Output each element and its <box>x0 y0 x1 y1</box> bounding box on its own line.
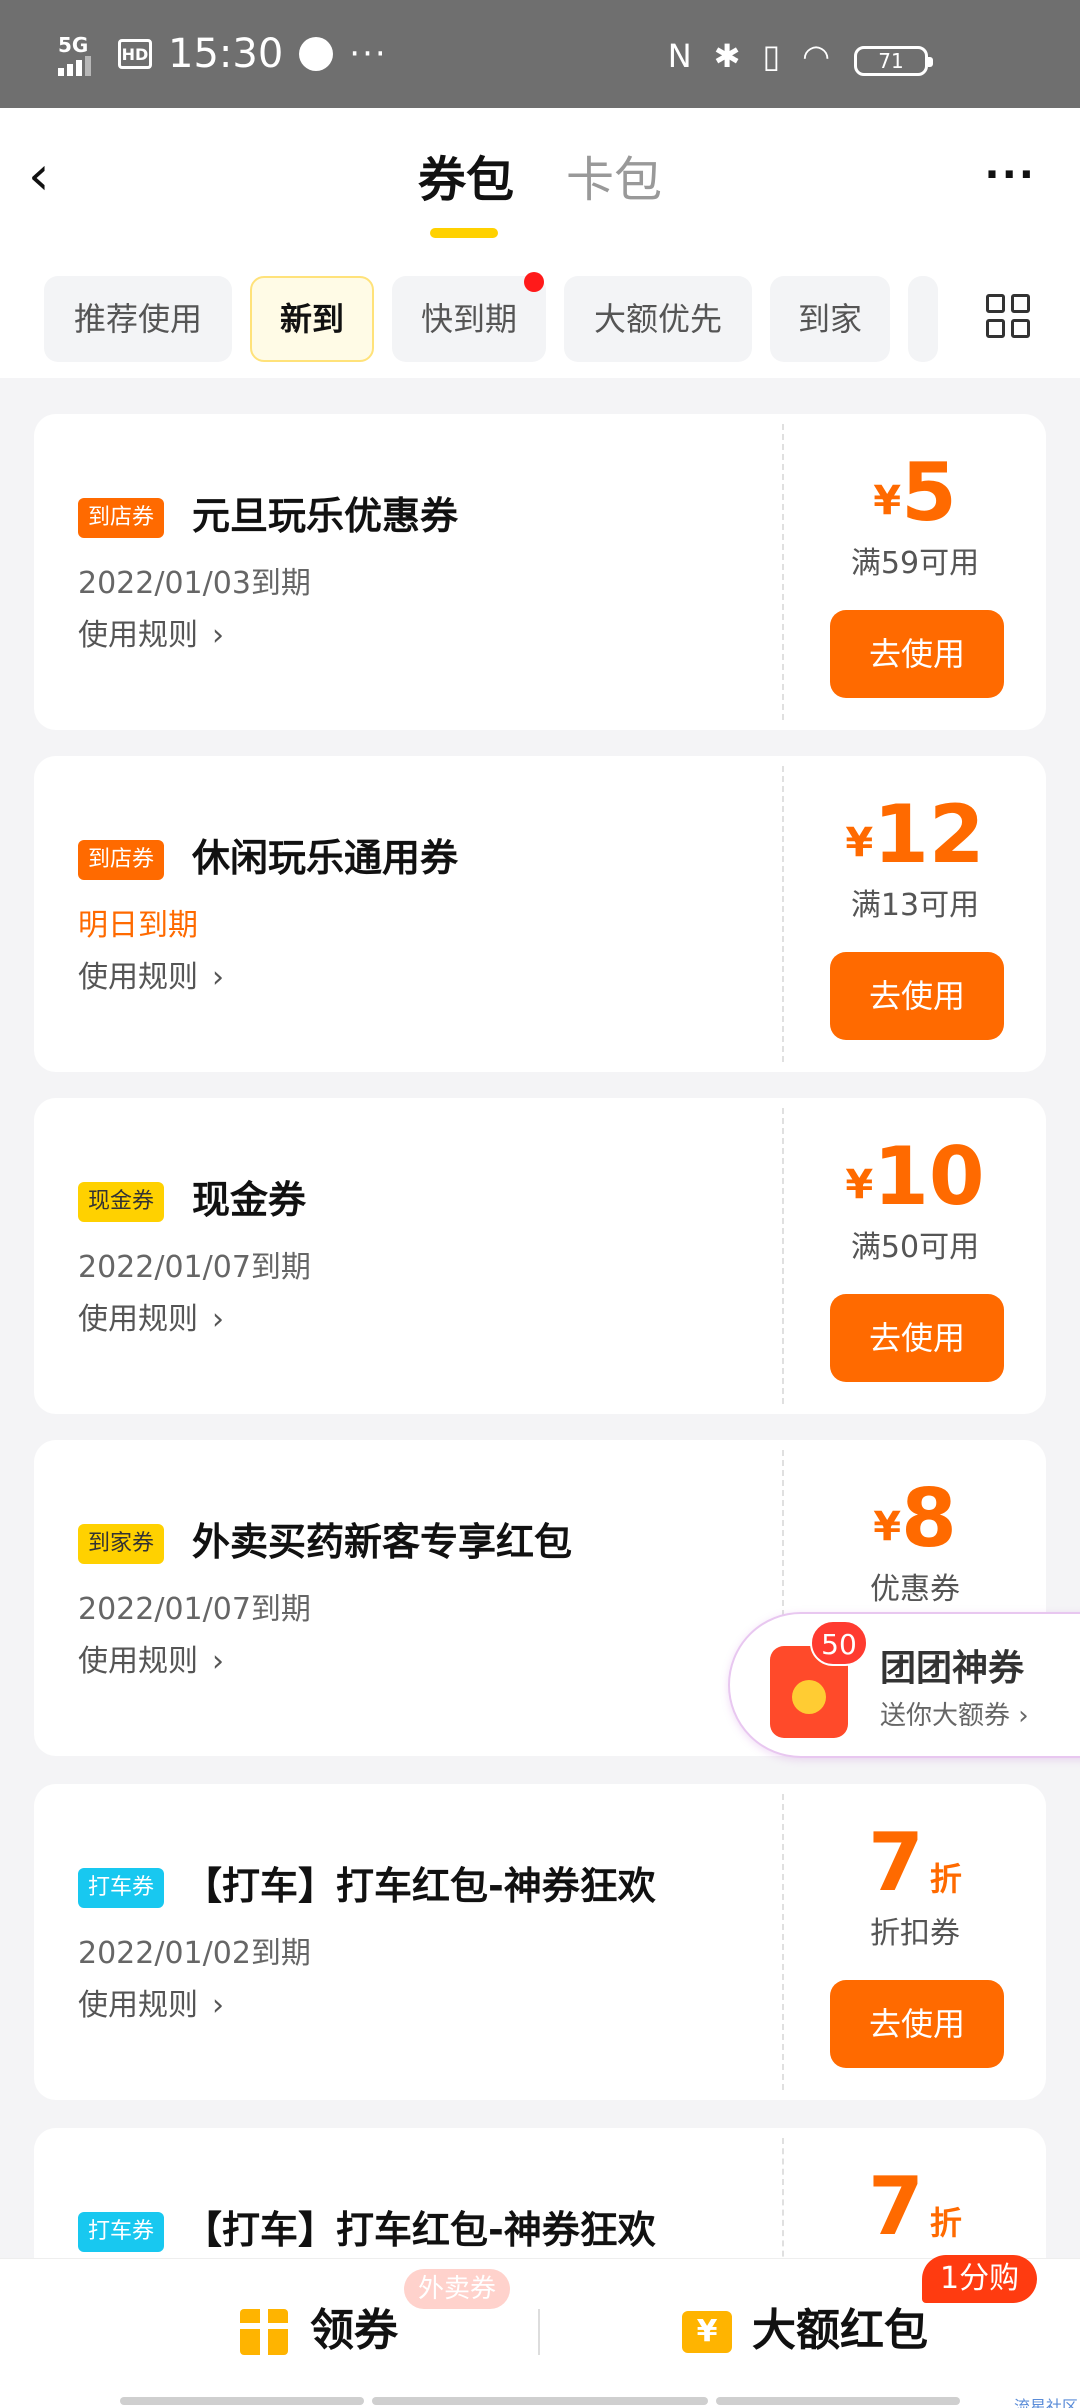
more-options-icon[interactable]: ··· <box>984 155 1036 195</box>
coupon-card[interactable]: 打车券 【打车】打车红包-神券狂欢 2022/01/02到期 使用规则 › 7折 … <box>34 1784 1046 2100</box>
clock: 15:30 <box>168 31 284 77</box>
coupon-title: 【打车】打车红包-神券狂欢 <box>184 2208 656 2252</box>
coupon-tag: 到家券 <box>78 1524 165 1564</box>
use-coupon-button[interactable]: 去使用 <box>830 952 1004 1040</box>
takeout-coupon-badge: 外卖券 <box>404 2269 511 2309</box>
coupon-condition: 满50可用 <box>850 1230 980 1265</box>
coupon-amount: ¥5 <box>873 446 957 539</box>
coupon-title: 元旦玩乐优惠券 <box>192 494 459 538</box>
wifi-icon: ◠ <box>802 37 830 75</box>
promo-count-badge: 50 <box>810 1620 868 1666</box>
more-notifications-icon: ··· <box>349 34 388 74</box>
tab-coupon-wallet[interactable]: 券包 <box>418 150 514 238</box>
cellular-signal-icon: 5G <box>58 30 102 78</box>
coupon-card[interactable]: 现金券 现金券 2022/01/07到期 使用规则 › ¥10 满50可用 去使用 <box>34 1098 1046 1414</box>
coupon-tag: 现金券 <box>78 1182 165 1222</box>
gift-icon <box>240 2309 288 2355</box>
filter-chip-bar: 推荐使用 新到 快到期 大额优先 到家 <box>0 258 1080 378</box>
coupon-expiry: 明日到期 <box>78 908 198 943</box>
usage-rules-link[interactable]: 使用规则 › <box>78 616 224 656</box>
coupon-condition: 满13可用 <box>850 888 980 923</box>
coupon-condition: 满59可用 <box>850 546 980 581</box>
coupon-expiry: 2022/01/07到期 <box>78 1250 311 1285</box>
chip-new-arrivals[interactable]: 新到 <box>250 276 374 362</box>
coupon-tag: 到店券 <box>78 498 165 538</box>
bluetooth-icon: ✱ <box>713 37 741 75</box>
usage-rules-link[interactable]: 使用规则 › <box>78 1642 224 1682</box>
coupon-amount: 7折 <box>868 2160 962 2253</box>
coupon-condition: 优惠券 <box>870 1572 960 1607</box>
hd-icon: HD <box>118 39 152 69</box>
promo-subtitle: 送你大额券 › <box>880 1701 1029 1731</box>
coupon-card[interactable]: 到店券 休闲玩乐通用券 明日到期 使用规则 › ¥12 满13可用 去使用 <box>34 756 1046 1072</box>
scroll-indicator <box>372 2397 708 2405</box>
coupon-amount: ¥10 <box>845 1130 985 1223</box>
chevron-right-icon: › <box>212 618 224 653</box>
battery-icon: 71 <box>854 46 933 76</box>
one-cent-buy-badge: 1分购 <box>922 2255 1038 2303</box>
coupon-tag: 到店券 <box>78 840 165 880</box>
usage-rules-link[interactable]: 使用规则 › <box>78 1986 224 2026</box>
new-badge-dot <box>524 272 544 292</box>
use-coupon-button[interactable]: 去使用 <box>830 610 1004 698</box>
chevron-right-icon: › <box>212 1302 224 1337</box>
coupon-amount: ¥12 <box>845 788 985 881</box>
chip-large-first[interactable]: 大额优先 <box>564 276 752 362</box>
promo-floating-banner[interactable]: 50 团团神券 送你大额券 › <box>728 1612 1080 1758</box>
bottom-action-bar: 领券 外卖券 ¥ 大额红包 1分购 流星社区 <box>0 2255 1080 2408</box>
watermark: 流星社区 <box>1013 2397 1078 2408</box>
chevron-right-icon: › <box>212 1644 224 1679</box>
divider <box>538 2309 540 2355</box>
chip-overflow[interactable] <box>908 276 938 362</box>
coupon-title: 【打车】打车红包-神券狂欢 <box>184 1864 656 1908</box>
coupon-title: 外卖买药新客专享红包 <box>192 1520 573 1564</box>
coupon-expiry: 2022/01/02到期 <box>78 1936 311 1971</box>
coupon-expiry: 2022/01/03到期 <box>78 566 311 601</box>
get-coupons-button[interactable]: 领券 <box>310 2299 398 2363</box>
use-coupon-button[interactable]: 去使用 <box>830 1980 1004 2068</box>
nfc-icon: N <box>667 37 692 75</box>
big-red-packet-button[interactable]: 大额红包 <box>752 2299 928 2363</box>
chip-expiring-soon[interactable]: 快到期 <box>392 276 546 362</box>
usage-rules-link[interactable]: 使用规则 › <box>78 958 224 998</box>
coupon-expiry: 2022/01/07到期 <box>78 1592 311 1627</box>
voice-assistant-icon <box>299 37 334 71</box>
chevron-right-icon: › <box>212 1988 224 2023</box>
yen-ticket-icon: ¥ <box>682 2311 732 2353</box>
coupon-tag: 打车券 <box>78 1868 165 1908</box>
usage-rules-link[interactable]: 使用规则 › <box>78 1300 224 1340</box>
back-arrow-icon[interactable]: ‹ <box>28 148 88 208</box>
top-nav: ‹ 券包 卡包 ··· <box>0 108 1080 258</box>
coupon-condition: 折扣券 <box>870 1916 960 1951</box>
coupon-card[interactable]: 到店券 元旦玩乐优惠券 2022/01/03到期 使用规则 › ¥5 满59可用 … <box>34 414 1046 730</box>
vibrate-icon: ▯ <box>762 37 781 75</box>
tab-card-wallet[interactable]: 卡包 <box>566 150 662 210</box>
scroll-indicator <box>716 2397 960 2405</box>
chip-recommended[interactable]: 推荐使用 <box>44 276 232 362</box>
scroll-indicator <box>120 2397 364 2405</box>
coupon-title: 现金券 <box>192 1178 307 1222</box>
use-coupon-button[interactable]: 去使用 <box>830 1294 1004 1382</box>
chip-home-delivery[interactable]: 到家 <box>770 276 890 362</box>
chevron-right-icon: › <box>212 960 224 995</box>
coupon-tag: 打车券 <box>78 2212 165 2252</box>
status-bar: 5G HD 15:30 ··· N ✱ ▯ ◠ 71 <box>0 0 1080 108</box>
coupon-amount: 7折 <box>868 1816 962 1909</box>
coupon-amount: ¥8 <box>873 1472 957 1565</box>
promo-title: 团团神券 <box>880 1648 1025 1689</box>
coupon-title: 休闲玩乐通用券 <box>192 836 459 880</box>
grid-view-icon[interactable] <box>986 294 1030 338</box>
